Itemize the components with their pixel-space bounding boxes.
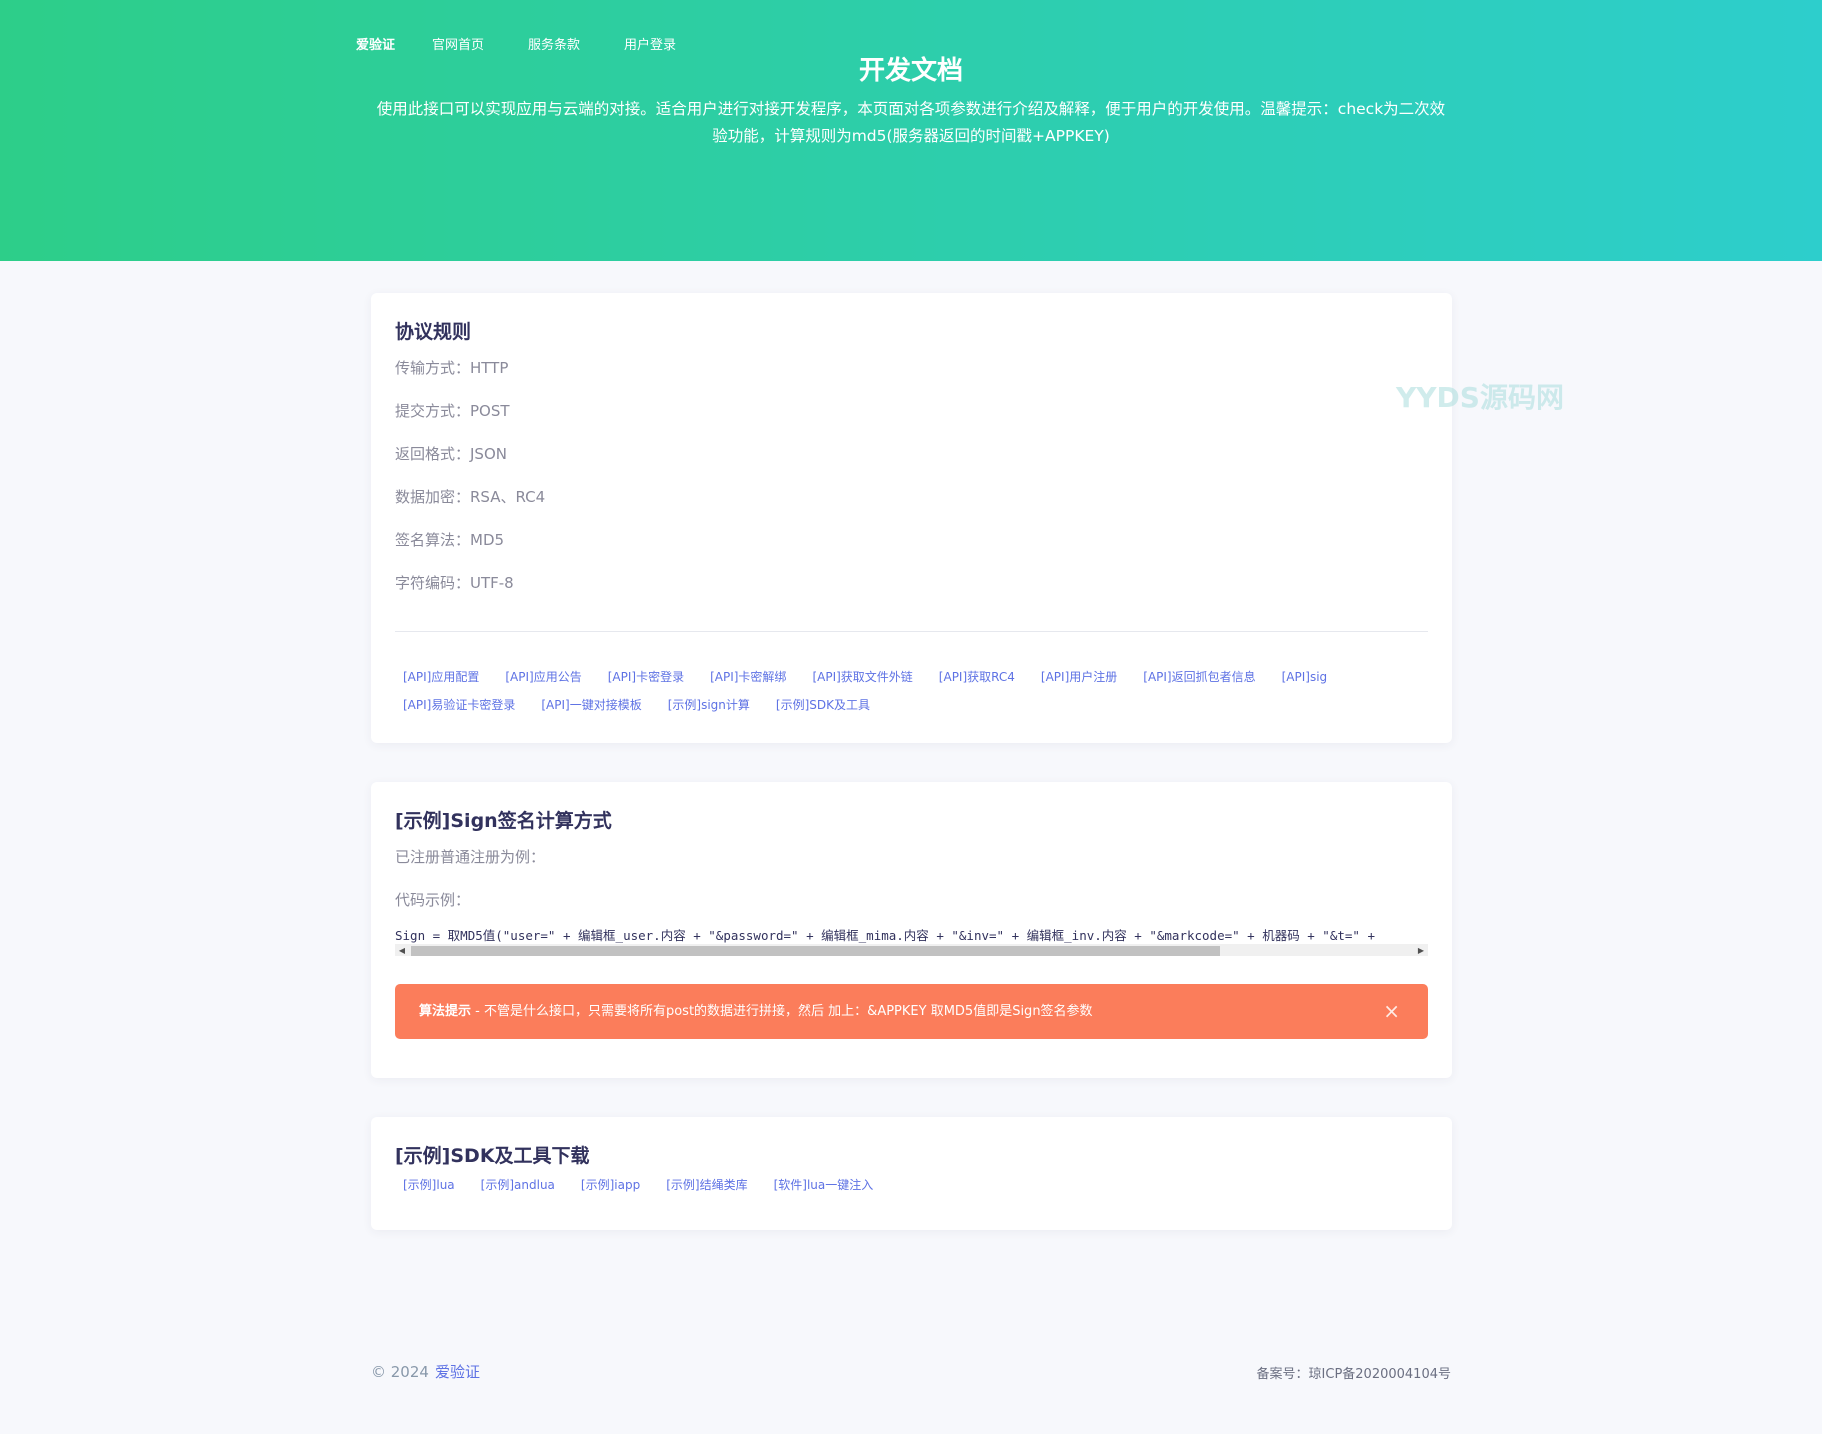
page-description-line2: 验功能，计算规则为md5(服务器返回的时间戳+APPKEY) (712, 127, 1110, 145)
api-link-capture-info[interactable]: [API]返回抓包者信息 (1143, 663, 1255, 691)
sdk-card: [示例]SDK及工具下载 [示例]lua [示例]andlua [示例]iapp [示… (371, 1117, 1452, 1230)
api-link-app-notice[interactable]: [API]应用公告 (505, 663, 581, 691)
page-description: 使用此接口可以实现应用与云端的对接。适合用户进行对接开发程序，本页面对各项参数进… (356, 96, 1466, 150)
footer-brand-link[interactable]: 爱验证 (435, 1363, 480, 1381)
scroll-left-icon[interactable]: ◀ (395, 944, 409, 956)
sign-title: [示例]Sign签名计算方式 (395, 810, 612, 832)
sdk-link-list: [示例]lua [示例]andlua [示例]iapp [示例]结绳类库 [软件]lua… (403, 1171, 899, 1199)
api-link-template[interactable]: [API]一键对接模板 (541, 691, 641, 719)
sign-card: [示例]Sign签名计算方式 已注册普通注册为例： 代码示例： Sign = 取… (371, 782, 1452, 1078)
sdk-link-lua[interactable]: [示例]lua (403, 1171, 455, 1199)
api-link-sig[interactable]: [API]sig (1282, 663, 1328, 691)
sdk-link-andlua[interactable]: [示例]andlua (481, 1171, 555, 1199)
close-icon[interactable]: × (1383, 984, 1400, 1039)
prop-transport: 传输方式：HTTP (395, 359, 509, 377)
hero-banner: 爱验证 官网首页 服务条款 用户登录 开发文档 使用此接口可以实现应用与云端的对… (0, 0, 1822, 261)
watermark-text: YYDS源码网 (1396, 381, 1564, 414)
protocol-card: 协议规则 传输方式：HTTP 提交方式：POST 返回格式：JSON 数据加密：… (371, 293, 1452, 743)
api-link-card-unbind[interactable]: [API]卡密解绑 (710, 663, 786, 691)
alert-message: - 不管是什么接口，只需要将所有post的数据进行拼接，然后 加上：&APPKE… (471, 1004, 1093, 1019)
api-link-row: [API]易验证卡密登录 [API]一键对接模板 [示例]sign计算 [示例]SDK… (403, 691, 1353, 719)
sdk-link-row: [示例]lua [示例]andlua [示例]iapp [示例]结绳类库 [软件]lua… (403, 1171, 899, 1199)
protocol-title: 协议规则 (395, 321, 472, 343)
sdk-link-jieshen[interactable]: [示例]结绳类库 (666, 1171, 747, 1199)
page-description-line1: 使用此接口可以实现应用与云端的对接。适合用户进行对接开发程序，本页面对各项参数进… (376, 100, 1446, 118)
footer-copyright: © 2024 爱验证 (371, 1361, 480, 1382)
sdk-title: [示例]SDK及工具下载 (395, 1145, 590, 1167)
prop-charset: 字符编码：UTF-8 (395, 574, 514, 592)
api-link-row: [API]应用配置 [API]应用公告 [API]卡密登录 [API]卡密解绑 [API… (403, 663, 1353, 691)
alert-bold: 算法提示 (419, 1004, 472, 1019)
sdk-link-iapp[interactable]: [示例]iapp (581, 1171, 640, 1199)
prop-encryption: 数据加密：RSA、RC4 (395, 488, 546, 506)
prop-format: 返回格式：JSON (395, 445, 507, 463)
sign-intro: 已注册普通注册为例： (395, 848, 546, 866)
api-link-sdk-example[interactable]: [示例]SDK及工具 (776, 691, 870, 719)
alert-text: 算法提示 - 不管是什么接口，只需要将所有post的数据进行拼接，然后 加上：&… (419, 984, 1093, 1039)
horizontal-scrollbar[interactable]: ◀ ▶ (395, 944, 1428, 956)
code-text: Sign = 取MD5值("user=" + 编辑框_user.内容 + "&p… (395, 928, 1375, 943)
page-title: 开发文档 (858, 56, 963, 86)
api-link-list: [API]应用配置 [API]应用公告 [API]卡密登录 [API]卡密解绑 [API… (403, 663, 1353, 719)
api-link-file-link[interactable]: [API]获取文件外链 (812, 663, 912, 691)
code-block[interactable]: Sign = 取MD5值("user=" + 编辑框_user.内容 + "&p… (395, 928, 1428, 956)
api-link-rc4[interactable]: [API]获取RC4 (939, 663, 1015, 691)
algorithm-alert: 算法提示 - 不管是什么接口，只需要将所有post的数据进行拼接，然后 加上：&… (395, 984, 1428, 1039)
api-link-card-login[interactable]: [API]卡密登录 (608, 663, 684, 691)
api-link-register[interactable]: [API]用户注册 (1041, 663, 1117, 691)
scroll-right-icon[interactable]: ▶ (1414, 944, 1428, 956)
copyright-text: © 2024 (371, 1363, 429, 1381)
api-link-app-config[interactable]: [API]应用配置 (403, 663, 479, 691)
scroll-thumb[interactable] (411, 946, 1220, 956)
api-link-sign-example[interactable]: [示例]sign计算 (668, 691, 750, 719)
sign-code-label: 代码示例： (395, 891, 471, 909)
prop-signature: 签名算法：MD5 (395, 531, 505, 549)
prop-submit: 提交方式：POST (395, 402, 510, 420)
sdk-link-lua-inject[interactable]: [软件]lua一键注入 (774, 1171, 874, 1199)
footer-icp[interactable]: 备案号：琼ICP备2020004104号 (1257, 1363, 1451, 1382)
api-link-easy-card-login[interactable]: [API]易验证卡密登录 (403, 691, 515, 719)
divider (395, 631, 1428, 632)
